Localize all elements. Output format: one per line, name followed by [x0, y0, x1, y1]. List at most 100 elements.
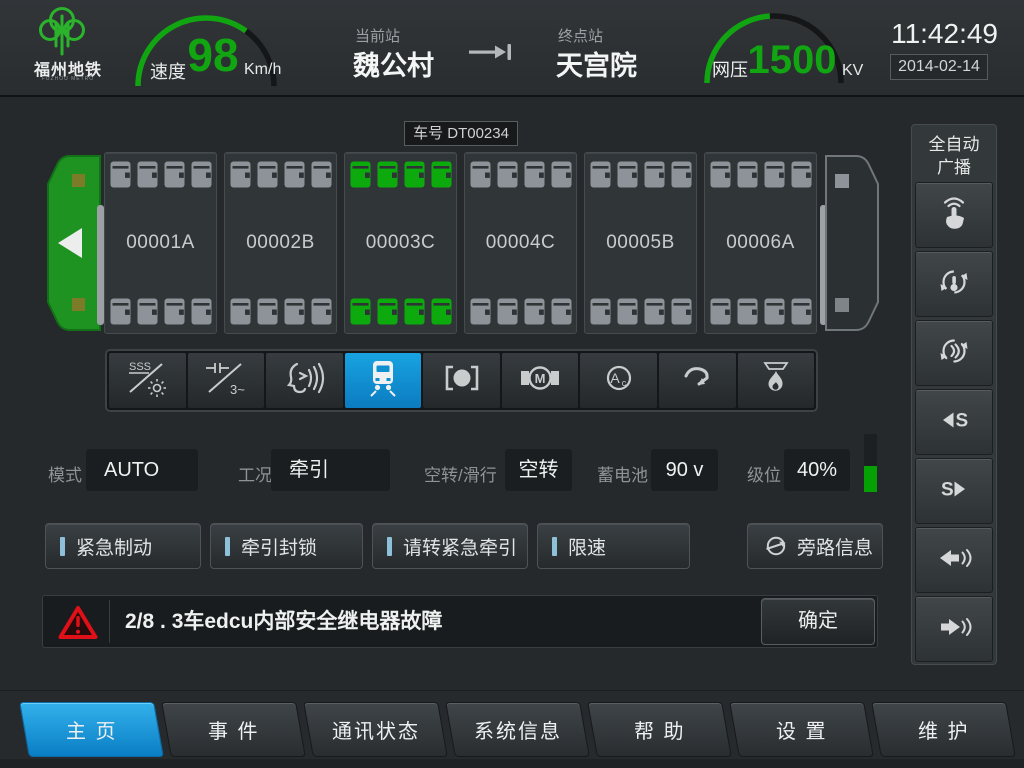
car-id-label: 00001A [105, 232, 216, 254]
car-id-label: 00003C [345, 232, 456, 254]
alarm-button-2[interactable]: 请转紧急牵引 [372, 523, 528, 569]
traction-motor-icon: M [517, 358, 563, 403]
doors-top [585, 153, 696, 196]
door-icon [230, 161, 251, 188]
door-icon [737, 298, 758, 325]
door-icon [377, 298, 398, 325]
door-icon [164, 161, 185, 188]
tab-2[interactable]: 通讯状态 [303, 702, 448, 757]
toolbar-brake-button[interactable] [423, 353, 500, 408]
svg-text:SSS: SSS [129, 361, 151, 373]
toolbar-hvac-button[interactable]: SSS [109, 353, 186, 408]
door-icon [671, 161, 692, 188]
door-icon [404, 161, 425, 188]
svg-text:c: c [621, 378, 626, 388]
door-icon [230, 298, 251, 325]
toolbar-fire-alarm-button[interactable] [738, 353, 815, 408]
door-icon [284, 298, 305, 325]
car-id-label: 00002B [225, 232, 336, 254]
sidebar-announce-left-button[interactable] [915, 527, 993, 593]
car-panel-00004C[interactable]: 00004C [464, 152, 577, 334]
sidebar-next-station-button[interactable]: S [915, 458, 993, 524]
bypass-info-button[interactable]: 旁路信息 [747, 523, 883, 569]
train-status-icon [360, 358, 406, 403]
car-panel-00003C[interactable]: 00003C [344, 152, 457, 334]
brake-icon [439, 358, 485, 403]
door-icon [164, 298, 185, 325]
fire-alarm-icon [753, 358, 799, 403]
car-id-label: 00004C [465, 232, 576, 254]
sidebar-announce-right-button[interactable] [915, 596, 993, 662]
speed-value: 98 [184, 28, 242, 82]
loop-announce-icon [936, 262, 972, 307]
subsystem-toolbar: SSS 3~ M A c [105, 349, 818, 412]
door-icon [191, 161, 212, 188]
toolbar-pa-intercom-button[interactable] [266, 353, 343, 408]
sidebar-loop-announce-button[interactable] [915, 251, 993, 317]
toolbar-train-status-button[interactable] [345, 353, 422, 408]
svg-text:S: S [941, 479, 954, 500]
toolbar-aux-inverter-button[interactable]: 3~ [188, 353, 265, 408]
car-id-label: 00005B [585, 232, 696, 254]
voltage-value: 1500 [744, 38, 840, 83]
alarm-button-3[interactable]: 限速 [537, 523, 690, 569]
tab-1[interactable]: 事 件 [161, 702, 306, 757]
head-lamp [72, 174, 85, 187]
train-head [44, 151, 102, 335]
current-station-name: 魏公村 [353, 44, 434, 83]
tab-5[interactable]: 设 置 [729, 702, 874, 757]
tail-lamp [835, 174, 849, 188]
tab-4[interactable]: 帮 助 [587, 702, 732, 757]
door-icon [137, 161, 158, 188]
alarm-button-1[interactable]: 牵引封锁 [210, 523, 363, 569]
sidebar-tap-announce-button[interactable] [915, 182, 993, 248]
doors-top [225, 153, 336, 196]
door-icon [350, 298, 371, 325]
door-icon [671, 298, 692, 325]
door-icon [431, 161, 452, 188]
car-panel-00006A[interactable]: 00006A [704, 152, 817, 334]
level-label: 级位 [747, 461, 781, 486]
door-icon [110, 298, 131, 325]
battery-value: 90 v [651, 449, 718, 491]
pa-intercom-icon [281, 358, 327, 403]
doors-bottom [465, 290, 576, 333]
door-icon [644, 161, 665, 188]
door-icon [590, 161, 611, 188]
doors-top [105, 153, 216, 196]
dest-station-label: 终点站 [558, 25, 603, 46]
confirm-button[interactable]: 确定 [761, 598, 875, 645]
announce-left-icon [936, 538, 972, 583]
car-panel-00001A[interactable]: 00001A [104, 152, 217, 334]
aux-inverter-icon: 3~ [203, 358, 249, 403]
tab-0[interactable]: 主 页 [19, 702, 164, 757]
toolbar-coupler-button[interactable] [659, 353, 736, 408]
tap-announce-icon [936, 193, 972, 238]
bypass-icon [764, 534, 788, 558]
brand-subtitle: FUZHOU METRO [18, 76, 118, 82]
door-icon [617, 161, 638, 188]
tab-6[interactable]: 维 护 [871, 702, 1016, 757]
level-bar [864, 434, 877, 492]
alarm-label: 限速 [568, 533, 606, 560]
doors-top [345, 153, 456, 196]
sidebar-title-line1: 全自动 [912, 134, 996, 157]
car-panel-00005B[interactable]: 00005B [584, 152, 697, 334]
toolbar-air-compressor-button[interactable]: A c [580, 353, 657, 408]
tcms-hmi-screen: 福州地铁 FUZHOU METRO 速度 98 Km/h 当前站 魏公村 终点站… [0, 0, 1024, 768]
bypass-label: 旁路信息 [797, 533, 873, 560]
sidebar-loop-chime-button[interactable] [915, 320, 993, 386]
prev-station-icon: S [936, 400, 972, 445]
slip-value: 空转 [505, 449, 572, 491]
tab-label: 系统信息 [474, 715, 562, 744]
train-tail [824, 151, 882, 335]
alarm-button-0[interactable]: 紧急制动 [45, 523, 201, 569]
car-id-label: 00006A [705, 232, 816, 254]
car-panel-00002B[interactable]: 00002B [224, 152, 337, 334]
alert-bar: 2/8 . 3车edcu内部安全继电器故障 确定 [42, 595, 878, 648]
tab-3[interactable]: 系统信息 [445, 702, 590, 757]
clock-date: 2014-02-14 [890, 54, 988, 80]
coupler-left [97, 205, 104, 325]
toolbar-traction-motor-button[interactable]: M [502, 353, 579, 408]
sidebar-prev-station-button[interactable]: S [915, 389, 993, 455]
